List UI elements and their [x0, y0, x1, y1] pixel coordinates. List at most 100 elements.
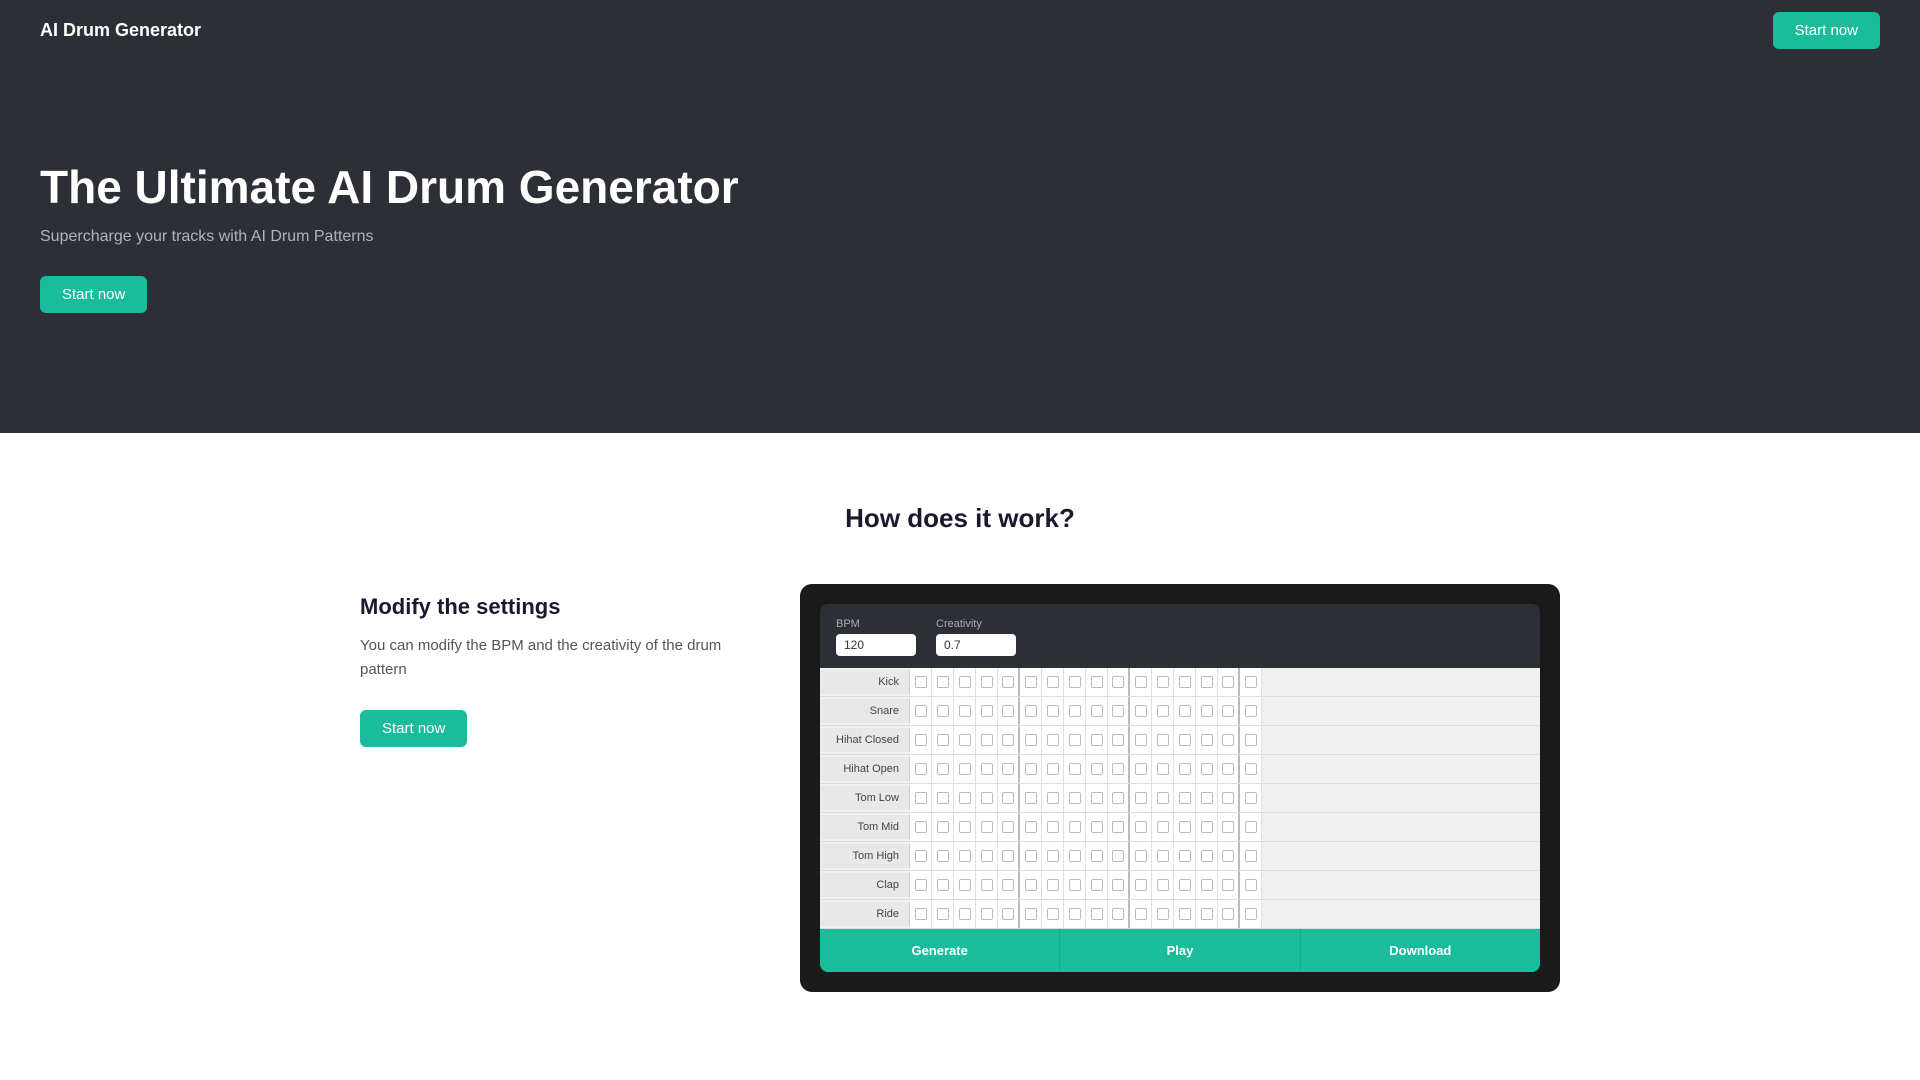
drum-step-cell[interactable]: [1064, 784, 1086, 812]
drum-step-cell[interactable]: [910, 900, 932, 928]
drum-step-cell[interactable]: [932, 668, 954, 696]
drum-step-cell[interactable]: [910, 755, 932, 783]
drum-step-cell[interactable]: [1108, 697, 1130, 725]
drum-step-cell[interactable]: [998, 842, 1020, 870]
drum-step-cell[interactable]: [1130, 726, 1152, 754]
drum-step-cell[interactable]: [1020, 900, 1042, 928]
drum-step-cell[interactable]: [1130, 755, 1152, 783]
drum-step-cell[interactable]: [1174, 871, 1196, 899]
drum-step-cell[interactable]: [1086, 871, 1108, 899]
drum-step-cell[interactable]: [932, 784, 954, 812]
drum-step-cell[interactable]: [910, 697, 932, 725]
drum-step-cell[interactable]: [1086, 697, 1108, 725]
drum-step-cell[interactable]: [1020, 784, 1042, 812]
drum-step-cell[interactable]: [1130, 842, 1152, 870]
drum-step-cell[interactable]: [954, 813, 976, 841]
drum-step-cell[interactable]: [1020, 697, 1042, 725]
drum-step-cell[interactable]: [1020, 871, 1042, 899]
drum-step-cell[interactable]: [1240, 900, 1262, 928]
drum-step-cell[interactable]: [1174, 900, 1196, 928]
drum-step-cell[interactable]: [1152, 871, 1174, 899]
drum-step-cell[interactable]: [1152, 755, 1174, 783]
drum-step-cell[interactable]: [998, 697, 1020, 725]
drum-step-cell[interactable]: [932, 871, 954, 899]
drum-step-cell[interactable]: [1240, 697, 1262, 725]
drum-step-cell[interactable]: [910, 842, 932, 870]
drum-step-cell[interactable]: [1086, 842, 1108, 870]
drum-step-cell[interactable]: [910, 726, 932, 754]
drum-step-cell[interactable]: [1042, 755, 1064, 783]
drum-step-cell[interactable]: [1020, 842, 1042, 870]
creativity-input[interactable]: [936, 634, 1016, 656]
drum-step-cell[interactable]: [1108, 726, 1130, 754]
drum-step-cell[interactable]: [1130, 871, 1152, 899]
drum-step-cell[interactable]: [976, 755, 998, 783]
generate-button[interactable]: Generate: [820, 929, 1060, 972]
drum-step-cell[interactable]: [976, 697, 998, 725]
drum-step-cell[interactable]: [932, 697, 954, 725]
drum-step-cell[interactable]: [1196, 697, 1218, 725]
drum-step-cell[interactable]: [1152, 842, 1174, 870]
drum-step-cell[interactable]: [1240, 842, 1262, 870]
drum-step-cell[interactable]: [1218, 784, 1240, 812]
drum-step-cell[interactable]: [1130, 697, 1152, 725]
drum-step-cell[interactable]: [1218, 697, 1240, 725]
drum-step-cell[interactable]: [1196, 900, 1218, 928]
drum-step-cell[interactable]: [1086, 755, 1108, 783]
drum-step-cell[interactable]: [1064, 842, 1086, 870]
drum-step-cell[interactable]: [1218, 668, 1240, 696]
drum-step-cell[interactable]: [1218, 900, 1240, 928]
drum-step-cell[interactable]: [1108, 900, 1130, 928]
drum-step-cell[interactable]: [1130, 668, 1152, 696]
drum-step-cell[interactable]: [1174, 668, 1196, 696]
drum-step-cell[interactable]: [998, 813, 1020, 841]
drum-step-cell[interactable]: [1174, 842, 1196, 870]
download-button[interactable]: Download: [1301, 929, 1540, 972]
drum-step-cell[interactable]: [954, 871, 976, 899]
drum-step-cell[interactable]: [998, 784, 1020, 812]
drum-step-cell[interactable]: [976, 784, 998, 812]
drum-step-cell[interactable]: [1020, 668, 1042, 696]
drum-step-cell[interactable]: [1130, 813, 1152, 841]
drum-step-cell[interactable]: [1064, 726, 1086, 754]
drum-step-cell[interactable]: [998, 668, 1020, 696]
drum-step-cell[interactable]: [932, 755, 954, 783]
drum-step-cell[interactable]: [1218, 755, 1240, 783]
drum-step-cell[interactable]: [1086, 813, 1108, 841]
drum-step-cell[interactable]: [1152, 813, 1174, 841]
drum-step-cell[interactable]: [1064, 697, 1086, 725]
drum-step-cell[interactable]: [910, 871, 932, 899]
drum-step-cell[interactable]: [998, 871, 1020, 899]
drum-step-cell[interactable]: [1042, 784, 1064, 812]
drum-step-cell[interactable]: [1218, 842, 1240, 870]
drum-step-cell[interactable]: [976, 900, 998, 928]
drum-step-cell[interactable]: [1108, 755, 1130, 783]
drum-step-cell[interactable]: [1042, 697, 1064, 725]
drum-step-cell[interactable]: [1042, 668, 1064, 696]
drum-step-cell[interactable]: [1086, 784, 1108, 812]
drum-step-cell[interactable]: [1086, 726, 1108, 754]
hero-start-now-button[interactable]: Start now: [40, 276, 147, 313]
drum-step-cell[interactable]: [1108, 668, 1130, 696]
drum-step-cell[interactable]: [910, 813, 932, 841]
drum-step-cell[interactable]: [1174, 697, 1196, 725]
drum-step-cell[interactable]: [932, 900, 954, 928]
how-start-now-button[interactable]: Start now: [360, 710, 467, 747]
drum-step-cell[interactable]: [1042, 842, 1064, 870]
drum-step-cell[interactable]: [1240, 871, 1262, 899]
drum-step-cell[interactable]: [1196, 755, 1218, 783]
nav-start-now-button[interactable]: Start now: [1773, 12, 1880, 49]
drum-step-cell[interactable]: [1108, 842, 1130, 870]
drum-step-cell[interactable]: [954, 784, 976, 812]
drum-step-cell[interactable]: [910, 784, 932, 812]
drum-step-cell[interactable]: [1042, 871, 1064, 899]
drum-step-cell[interactable]: [1196, 784, 1218, 812]
drum-step-cell[interactable]: [1108, 784, 1130, 812]
drum-step-cell[interactable]: [976, 668, 998, 696]
drum-step-cell[interactable]: [954, 755, 976, 783]
drum-step-cell[interactable]: [998, 726, 1020, 754]
drum-step-cell[interactable]: [954, 900, 976, 928]
drum-step-cell[interactable]: [1020, 726, 1042, 754]
drum-step-cell[interactable]: [1064, 755, 1086, 783]
drum-step-cell[interactable]: [976, 871, 998, 899]
